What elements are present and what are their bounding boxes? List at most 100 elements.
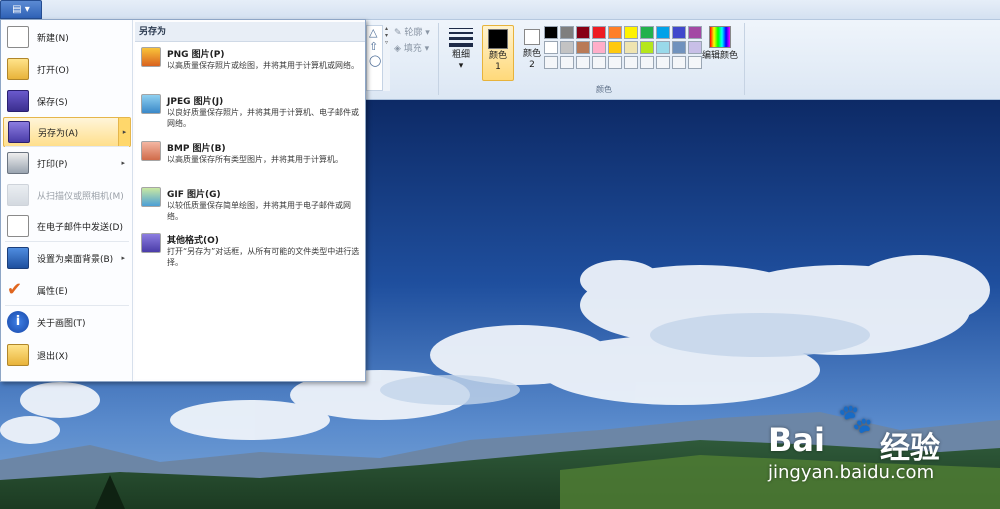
custom-color-slot[interactable] — [624, 56, 638, 69]
fill-label: 填充 ▾ — [403, 44, 430, 54]
custom-color-slot[interactable] — [656, 56, 670, 69]
size-label: 粗细 — [451, 50, 470, 60]
fill-button[interactable]: ◈ 填充 ▾ — [394, 41, 429, 54]
save-as-option-description: 以较低质量保存简单绘图，并将其用于电子邮件或网络。 — [167, 201, 351, 221]
menu-separator — [5, 146, 129, 147]
application-menu: 新建(N) 打开(O) 保存(S) 另存为(A) ▸ 打印(P) ▸ 从扫描仪或照相机(M) 在… — [0, 19, 366, 382]
menu-item: 从扫描仪或照相机(M) — [3, 180, 131, 210]
color2-swatch — [524, 29, 540, 45]
palette-color-swatch[interactable] — [656, 41, 670, 54]
printer-icon — [7, 152, 29, 174]
menu-item-label: 在电子邮件中发送(D) — [37, 222, 123, 233]
palette-color-swatch[interactable] — [624, 26, 638, 39]
menu-item-label: 从扫描仪或照相机(M) — [37, 191, 124, 202]
save-as-option[interactable]: BMP 图片(B) 以高质量保存所有类型图片，并将其用于计算机。 — [139, 138, 363, 182]
bmp-image-icon — [141, 141, 161, 161]
edit-colors-button[interactable]: 编辑颜色 — [700, 25, 740, 62]
save-as-submenu: 另存为 PNG 图片(P) 以高质量保存照片或绘图，并将其用于计算机或网络。 JPE… — [135, 22, 365, 379]
scanner-icon — [7, 184, 29, 206]
palette-color-swatch[interactable] — [544, 41, 558, 54]
menu-item-label: 打开(O) — [37, 65, 70, 76]
menu-item[interactable]: 另存为(A) ▸ — [3, 117, 131, 147]
palette-color-swatch[interactable] — [544, 26, 558, 39]
custom-color-slot[interactable] — [608, 56, 622, 69]
menu-item[interactable]: ✔ 属性(E) — [3, 275, 131, 305]
ribbon-separator — [438, 23, 439, 95]
baidu-paw-icon: 🐾 — [838, 402, 873, 435]
menu-item[interactable]: 打开(O) — [3, 54, 131, 84]
color-palette — [544, 26, 703, 70]
palette-color-swatch[interactable] — [592, 26, 606, 39]
colors-group-label: 颜色 — [596, 85, 612, 94]
shapes-scrollbar[interactable]: ▴ ▾ ▿ — [382, 25, 390, 91]
watermark-url: jingyan.baidu.com — [768, 462, 935, 483]
edit-colors-label: 编辑颜色 — [701, 51, 738, 61]
submenu-arrow-icon[interactable]: ▸ — [118, 118, 130, 146]
custom-color-slot[interactable] — [544, 56, 558, 69]
menu-item[interactable]: 设置为桌面背景(B) ▸ — [3, 243, 131, 273]
palette-color-swatch[interactable] — [624, 41, 638, 54]
menu-item[interactable]: i 关于画图(T) — [3, 307, 131, 337]
menu-item[interactable]: 新建(N) — [3, 22, 131, 52]
fill-icon: ◈ — [394, 44, 401, 54]
menu-item-label: 关于画图(T) — [37, 318, 86, 329]
submenu-arrow-icon[interactable]: ▸ — [121, 254, 125, 262]
save-as-option-title: JPEG 图片(J) — [167, 97, 224, 107]
menu-separator — [5, 305, 129, 306]
png-image-icon — [141, 47, 161, 67]
palette-color-swatch[interactable] — [576, 26, 590, 39]
save-as-option[interactable]: JPEG 图片(J) 以良好质量保存照片，并将其用于计算机、电子邮件或网络。 — [139, 91, 363, 135]
exit-icon — [7, 344, 29, 366]
other-formats-icon — [141, 233, 161, 253]
size-button[interactable]: 粗细 ▾ — [446, 25, 476, 89]
outline-button[interactable]: ✎ 轮廓 ▾ — [394, 25, 430, 38]
menu-item[interactable]: 在电子邮件中发送(D) — [3, 211, 131, 241]
custom-color-slot[interactable] — [672, 56, 686, 69]
palette-color-swatch[interactable] — [592, 41, 606, 54]
save-disk-icon — [7, 90, 29, 112]
menu-item-label: 另存为(A) — [38, 128, 79, 139]
menu-item[interactable]: 打印(P) ▸ — [3, 148, 131, 178]
submenu-header: 另存为 — [135, 22, 365, 42]
custom-color-slot[interactable] — [576, 56, 590, 69]
palette-color-swatch[interactable] — [672, 26, 686, 39]
line-size-icon — [446, 28, 476, 47]
save-as-option[interactable]: PNG 图片(P) 以高质量保存照片或绘图，并将其用于计算机或网络。 — [139, 44, 363, 88]
color2-label: 颜色 — [522, 49, 541, 59]
file-menu-button[interactable]: ▤ ▾ — [0, 0, 42, 19]
outline-icon: ✎ — [394, 28, 402, 38]
size-dropdown-arrow: ▾ — [458, 61, 464, 71]
custom-color-slot[interactable] — [560, 56, 574, 69]
palette-color-swatch[interactable] — [608, 26, 622, 39]
color1-button[interactable]: 颜色 1 — [482, 25, 514, 81]
palette-color-swatch[interactable] — [560, 41, 574, 54]
palette-color-swatch[interactable] — [672, 41, 686, 54]
save-as-option-title: 其他格式(O) — [167, 236, 219, 246]
menu-item-label: 新建(N) — [37, 33, 69, 44]
save-as-option-description: 以高质量保存所有类型图片，并将其用于计算机。 — [167, 155, 343, 164]
save-as-option[interactable]: 其他格式(O) 打开“另存为”对话框，从所有可能的文件类型中进行选择。 — [139, 230, 363, 274]
save-as-option-description: 打开“另存为”对话框，从所有可能的文件类型中进行选择。 — [167, 247, 360, 267]
menu-item[interactable]: 退出(X) — [3, 340, 131, 370]
palette-color-swatch[interactable] — [640, 26, 654, 39]
save-as-option-title: BMP 图片(B) — [167, 144, 226, 154]
custom-color-slot[interactable] — [640, 56, 654, 69]
gif-image-icon — [141, 187, 161, 207]
palette-color-swatch[interactable] — [608, 41, 622, 54]
new-file-icon — [7, 26, 29, 48]
desktop-icon — [7, 247, 29, 269]
color1-number: 1 — [495, 62, 501, 72]
custom-color-slot[interactable] — [592, 56, 606, 69]
ribbon-body: △ ⇧ ◯ ▴ ▾ ▿ ✎ 轮廓 ▾ ◈ 填充 ▾ 粗细 ▾ 颜色 1 颜色 2… — [366, 21, 1000, 97]
palette-color-swatch[interactable] — [656, 26, 670, 39]
menu-item[interactable]: 保存(S) — [3, 86, 131, 116]
save-as-option[interactable]: GIF 图片(G) 以较低质量保存简单绘图，并将其用于电子邮件或网络。 — [139, 184, 363, 228]
palette-color-swatch[interactable] — [576, 41, 590, 54]
menu-item-label: 退出(X) — [37, 351, 69, 362]
palette-color-swatch[interactable] — [640, 41, 654, 54]
palette-color-swatch[interactable] — [560, 26, 574, 39]
save-as-option-title: GIF 图片(G) — [167, 190, 221, 200]
color2-button[interactable]: 颜色 2 — [518, 25, 546, 81]
submenu-arrow-icon[interactable]: ▸ — [121, 159, 125, 167]
app-menu-list: 新建(N) 打开(O) 保存(S) 另存为(A) ▸ 打印(P) ▸ 从扫描仪或照相机(M) 在… — [1, 20, 133, 381]
